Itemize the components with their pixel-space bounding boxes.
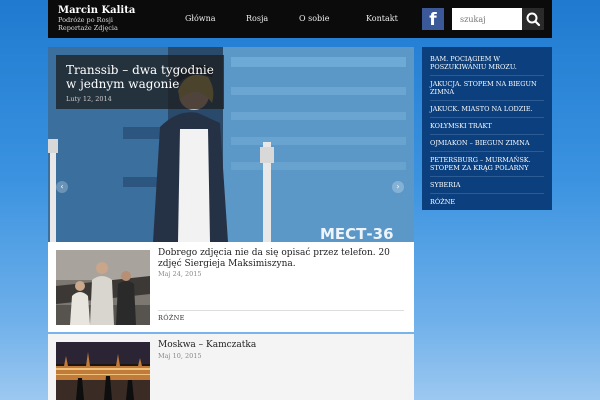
top-bar: Marcin Kalita Podróże po Rosji Reportaże… <box>48 0 552 38</box>
slider-prev-button[interactable]: ‹ <box>56 181 68 193</box>
post-divider <box>158 310 404 311</box>
tagline-line-1: Podróże po Rosji <box>58 16 113 24</box>
sidebar-item-rozne[interactable]: RÓŻNE <box>430 194 544 210</box>
post-category[interactable]: RÓŻNE <box>158 314 185 322</box>
train-sign: МЕСТ-36 <box>320 225 394 242</box>
slider-date: Luty 12, 2014 <box>66 95 112 103</box>
sidebar-item-bam[interactable]: BAM. POCIĄGIEM W POSZUKIWANIU MROZU. <box>430 51 544 76</box>
sidebar-item-petersburg[interactable]: PETERSBURG – MURMAŃSK. STOPEM ZA KRĄG PO… <box>430 152 544 177</box>
slider-title[interactable]: Transsib – dwa tygodnie w jednym wagonie <box>66 63 214 91</box>
post-thumbnail[interactable] <box>56 342 150 400</box>
site-brand[interactable]: Marcin Kalita Podróże po Rosji Reportaże… <box>58 5 135 32</box>
nav-item-o-sobie[interactable]: O sobie <box>299 14 329 23</box>
post-thumbnail[interactable] <box>56 250 150 325</box>
post-title[interactable]: Moskwa – Kamczatka <box>158 340 404 351</box>
featured-slider[interactable]: МЕСТ-36 Transsib – dwa tygodnie w jednym… <box>48 47 414 242</box>
nav-item-rosja[interactable]: Rosja <box>246 14 268 23</box>
nav-item-glowna[interactable]: Główna <box>185 14 216 23</box>
sidebar-item-syberia[interactable]: SYBERIA <box>430 177 544 194</box>
sidebar-item-kolymski-trakt[interactable]: KOŁYMSKI TRAKT <box>430 118 544 135</box>
tagline-line-2: Reportaże Zdjęcia <box>58 24 118 32</box>
post-date: Maj 10, 2015 <box>158 352 202 360</box>
search-button[interactable] <box>522 8 544 30</box>
search-icon <box>526 12 541 27</box>
facebook-icon[interactable]: f <box>422 8 444 30</box>
post-item: Dobrego zdjęcia nie da się opisać przez … <box>48 242 414 332</box>
slider-caption[interactable]: Transsib – dwa tygodnie w jednym wagonie… <box>56 55 224 109</box>
search-input[interactable] <box>452 8 522 30</box>
sidebar-item-ojmiakon[interactable]: OJMIAKON – BIEGUN ZIMNA <box>430 135 544 152</box>
post-thumbnail-image[interactable] <box>56 342 150 400</box>
nav-item-kontakt[interactable]: Kontakt <box>366 14 398 23</box>
sidebar-item-jakucja[interactable]: JAKUCJA. STOPEM NA BIEGUN ZIMNA <box>430 76 544 101</box>
site-title[interactable]: Marcin Kalita <box>58 5 135 16</box>
post-thumbnail-image[interactable] <box>56 250 150 325</box>
slider-next-button[interactable]: › <box>392 181 404 193</box>
post-item: Moskwa – Kamczatka Maj 10, 2015 <box>48 334 414 400</box>
sidebar-item-jakuck[interactable]: JAKUCK. MIASTO NA LODZIE. <box>430 101 544 118</box>
sidebar-categories: BAM. POCIĄGIEM W POSZUKIWANIU MROZU. JAK… <box>422 47 552 210</box>
post-title[interactable]: Dobrego zdjęcia nie da się opisać przez … <box>158 248 404 270</box>
post-date: Maj 24, 2015 <box>158 270 202 278</box>
